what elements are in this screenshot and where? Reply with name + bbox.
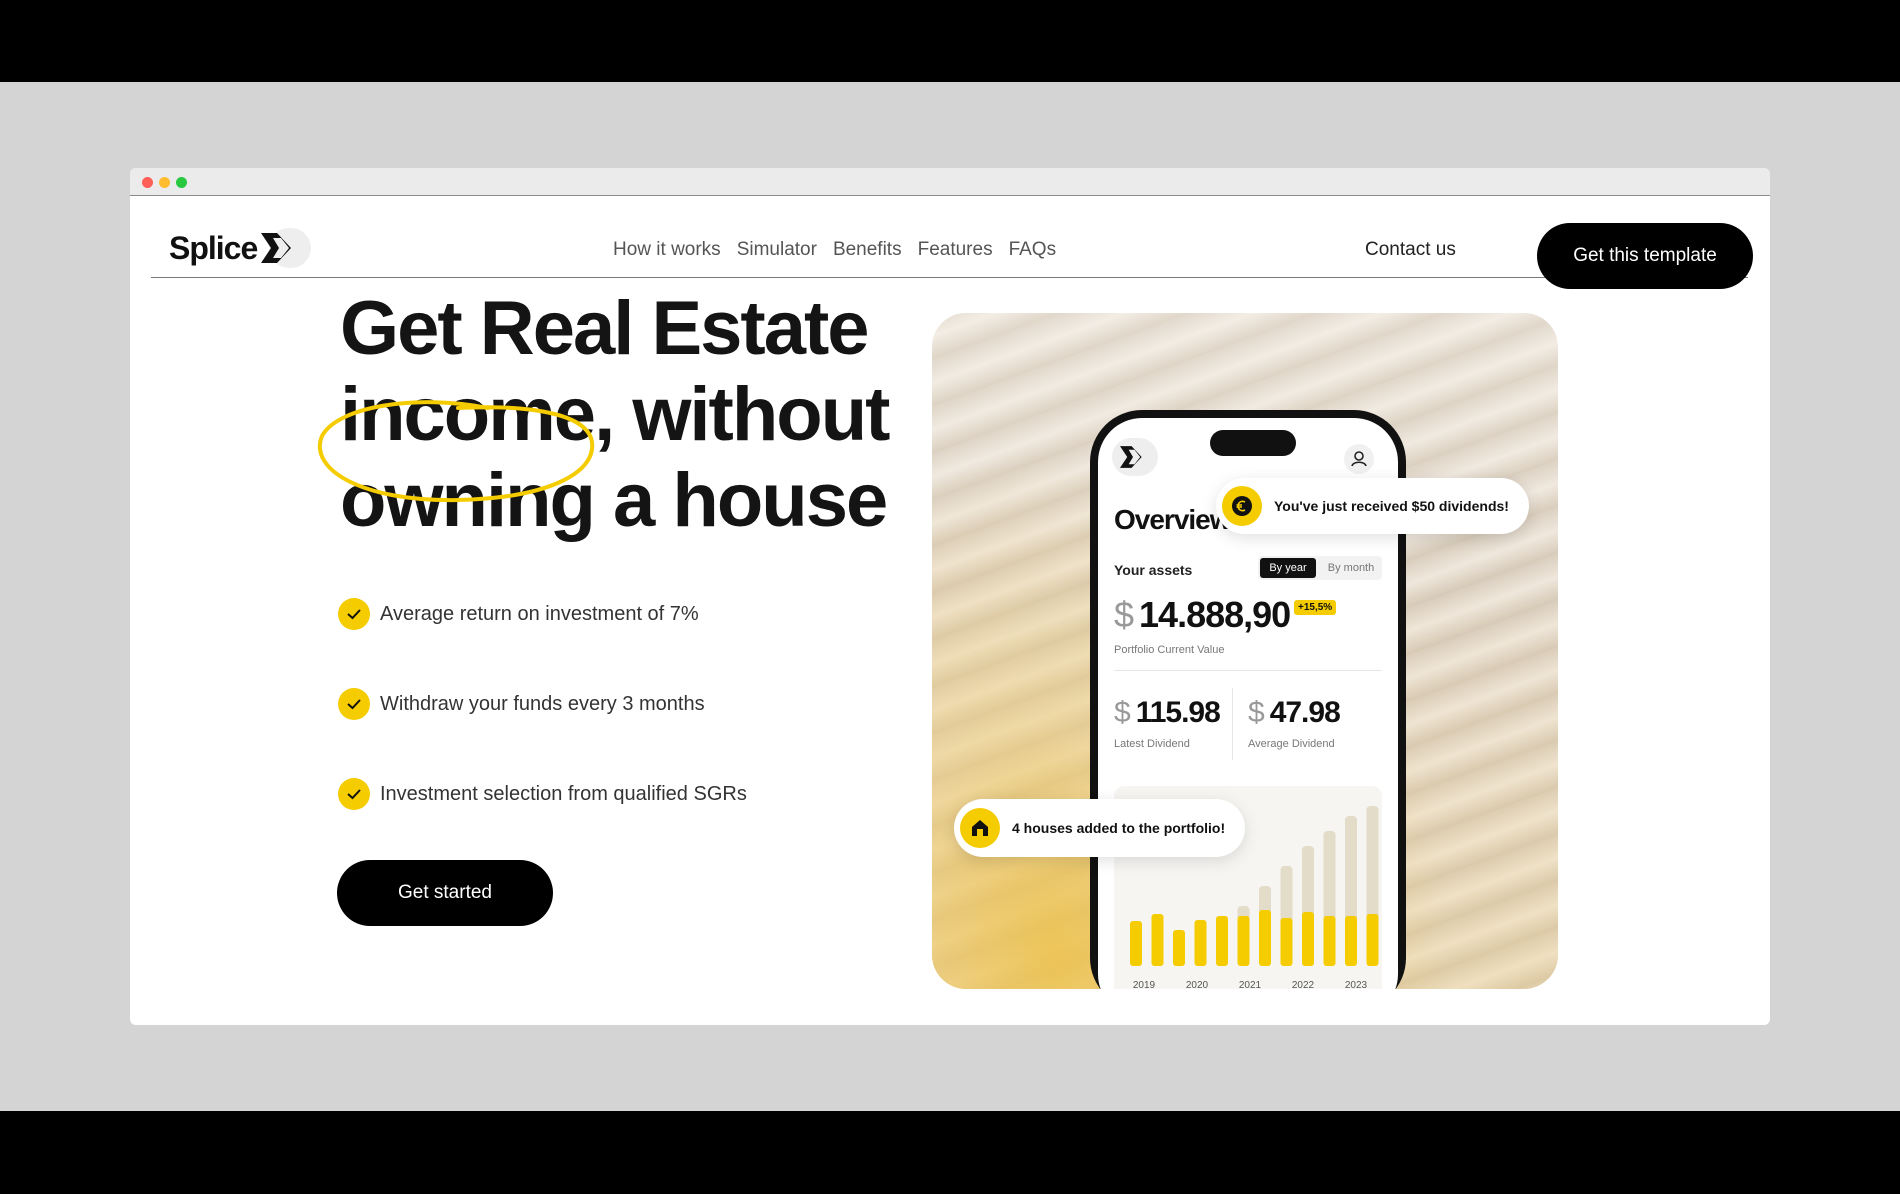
chart-bar bbox=[1173, 930, 1185, 966]
browser-window: Splice How it works Simulator Benefits F… bbox=[130, 168, 1770, 1025]
minimize-window-icon[interactable] bbox=[159, 177, 170, 188]
highlight-circle-scribble bbox=[318, 400, 595, 503]
dynamic-island bbox=[1210, 430, 1296, 456]
houses-notification-text: 4 houses added to the portfolio! bbox=[1012, 820, 1226, 836]
stage: Splice How it works Simulator Benefits F… bbox=[0, 82, 1900, 1111]
letterbox-bottom bbox=[0, 1111, 1900, 1194]
toggle-by-month[interactable]: By month bbox=[1322, 558, 1380, 578]
period-toggle: By year By month bbox=[1258, 556, 1382, 580]
hero-line-2-rest: without bbox=[613, 372, 890, 457]
feature-text: Withdraw your funds every 3 months bbox=[380, 692, 705, 715]
chart-year-label: 2023 bbox=[1345, 980, 1368, 989]
chart-year-label: 2021 bbox=[1239, 980, 1262, 989]
chart-bar bbox=[1237, 916, 1250, 966]
chart-year-label: 2019 bbox=[1133, 980, 1156, 989]
dividend-notification: You've just received $50 dividends! bbox=[1216, 478, 1529, 534]
portfolio-value: $14.888,90 bbox=[1114, 594, 1291, 635]
houses-notification: 4 houses added to the portfolio! bbox=[954, 799, 1246, 857]
feature-item: Average return on investment of 7% bbox=[338, 598, 699, 630]
portfolio-label: Portfolio Current Value bbox=[1114, 644, 1225, 656]
chart-bar bbox=[1280, 918, 1293, 966]
toggle-by-year[interactable]: By year bbox=[1260, 558, 1316, 578]
chart-bar bbox=[1151, 914, 1164, 966]
check-icon bbox=[338, 598, 370, 630]
feature-text: Investment selection from qualified SGRs bbox=[380, 782, 747, 805]
main-nav: How it works Simulator Benefits Features… bbox=[613, 228, 1072, 272]
letterbox-top bbox=[0, 0, 1900, 82]
chart-year-label: 2020 bbox=[1186, 980, 1209, 989]
feature-item: Withdraw your funds every 3 months bbox=[338, 688, 705, 720]
chart-bar bbox=[1259, 910, 1271, 966]
chart-bar bbox=[1194, 920, 1207, 966]
brand-logo[interactable]: Splice bbox=[169, 226, 312, 270]
hero-visual: Overview Your assets By year By month $1… bbox=[932, 313, 1558, 989]
chart-bar bbox=[1216, 916, 1228, 966]
assets-label: Your assets bbox=[1114, 562, 1193, 578]
chart-bar bbox=[1130, 921, 1142, 966]
dividend-notification-text: You've just received $50 dividends! bbox=[1274, 498, 1509, 514]
nav-features[interactable]: Features bbox=[918, 228, 993, 272]
feature-text: Average return on investment of 7% bbox=[380, 602, 699, 625]
brand-name: Splice bbox=[169, 229, 258, 266]
latest-dividend-value: $115.98 bbox=[1114, 696, 1221, 729]
nav-simulator[interactable]: Simulator bbox=[737, 228, 817, 272]
check-icon bbox=[338, 688, 370, 720]
app-logo-icon bbox=[1112, 438, 1158, 476]
chart-bar bbox=[1345, 916, 1357, 966]
hero-line-1: Get Real Estate bbox=[340, 286, 870, 371]
get-template-button[interactable]: Get this template bbox=[1537, 223, 1753, 289]
nav-faqs[interactable]: FAQs bbox=[1009, 228, 1057, 272]
chart-year-label: 2022 bbox=[1292, 980, 1315, 989]
latest-dividend-label: Latest Dividend bbox=[1114, 738, 1190, 750]
close-window-icon[interactable] bbox=[142, 177, 153, 188]
average-dividend-value: $47.98 bbox=[1248, 696, 1341, 729]
nav-how-it-works[interactable]: How it works bbox=[613, 228, 721, 272]
contact-link[interactable]: Contact us bbox=[1365, 228, 1456, 272]
euro-coin-icon bbox=[1222, 486, 1262, 526]
chart-bar bbox=[1366, 914, 1379, 966]
portfolio-change-badge: +15,5% bbox=[1294, 600, 1337, 615]
check-icon bbox=[338, 778, 370, 810]
get-started-button[interactable]: Get started bbox=[337, 860, 553, 926]
nav-benefits[interactable]: Benefits bbox=[833, 228, 902, 272]
feature-item: Investment selection from qualified SGRs bbox=[338, 778, 747, 810]
app-title: Overview bbox=[1114, 504, 1232, 535]
site-header: Splice How it works Simulator Benefits F… bbox=[151, 196, 1753, 289]
user-icon[interactable] bbox=[1344, 444, 1374, 474]
brand-mark-icon bbox=[259, 226, 312, 270]
maximize-window-icon[interactable] bbox=[176, 177, 187, 188]
window-titlebar bbox=[130, 168, 1770, 196]
chart-bar bbox=[1323, 916, 1336, 966]
chart-bar bbox=[1302, 912, 1314, 966]
average-dividend-label: Average Dividend bbox=[1248, 738, 1335, 750]
house-icon bbox=[960, 808, 1000, 848]
